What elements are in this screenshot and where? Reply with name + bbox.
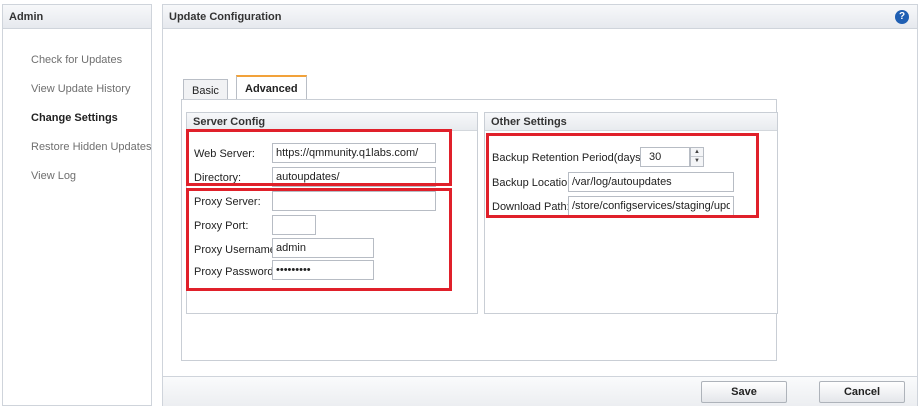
directory-label: Directory: <box>194 172 242 184</box>
web-server-input[interactable] <box>272 143 436 163</box>
sidebar-item-change-settings[interactable]: Change Settings <box>31 112 118 124</box>
save-button[interactable]: Save <box>701 381 787 403</box>
backup-retention-label: Backup Retention Period(days): <box>492 152 648 164</box>
admin-sidebar: Admin Check for Updates View Update Hist… <box>2 4 152 406</box>
server-config-title: Server Config <box>187 113 477 131</box>
proxy-username-label: Proxy Username: <box>194 244 279 256</box>
proxy-port-input[interactable] <box>272 215 316 235</box>
panel-title-text: Update Configuration <box>169 11 282 23</box>
download-path-label: Download Path: <box>492 201 570 213</box>
sidebar-item-restore-hidden-updates[interactable]: Restore Hidden Updates <box>31 141 151 153</box>
sidebar-item-view-log[interactable]: View Log <box>31 170 76 182</box>
spin-up-icon[interactable]: ▲ <box>691 148 703 157</box>
spin-down-icon[interactable]: ▼ <box>691 157 703 166</box>
sidebar-item-check-for-updates[interactable]: Check for Updates <box>31 54 122 66</box>
download-path-input[interactable] <box>568 196 734 216</box>
tab-basic[interactable]: Basic <box>183 79 228 101</box>
other-settings-title: Other Settings <box>485 113 777 131</box>
directory-input[interactable] <box>272 167 436 187</box>
backup-retention-input[interactable] <box>640 147 690 167</box>
proxy-port-label: Proxy Port: <box>194 220 249 232</box>
backup-location-label: Backup Location: <box>492 177 577 189</box>
advanced-tab-content: Server Config Other Settings Web Server:… <box>181 99 778 361</box>
sidebar-title: Admin <box>3 5 151 29</box>
backup-retention-spinner[interactable]: ▲ ▼ <box>690 147 704 167</box>
help-icon[interactable]: ? <box>895 10 909 24</box>
proxy-password-input[interactable] <box>272 260 374 280</box>
sidebar-item-view-update-history[interactable]: View Update History <box>31 83 130 95</box>
cancel-button[interactable]: Cancel <box>819 381 905 403</box>
update-configuration-panel: Update Configuration ? Basic Advanced Se… <box>162 4 918 406</box>
proxy-server-label: Proxy Server: <box>194 196 261 208</box>
tab-advanced[interactable]: Advanced <box>236 75 307 101</box>
panel-footer: Save Cancel <box>163 376 917 406</box>
backup-location-input[interactable] <box>568 172 734 192</box>
proxy-server-input[interactable] <box>272 191 436 211</box>
panel-title: Update Configuration ? <box>163 5 917 29</box>
proxy-password-label: Proxy Password: <box>194 266 277 278</box>
web-server-label: Web Server: <box>194 148 255 160</box>
proxy-username-input[interactable] <box>272 238 374 258</box>
